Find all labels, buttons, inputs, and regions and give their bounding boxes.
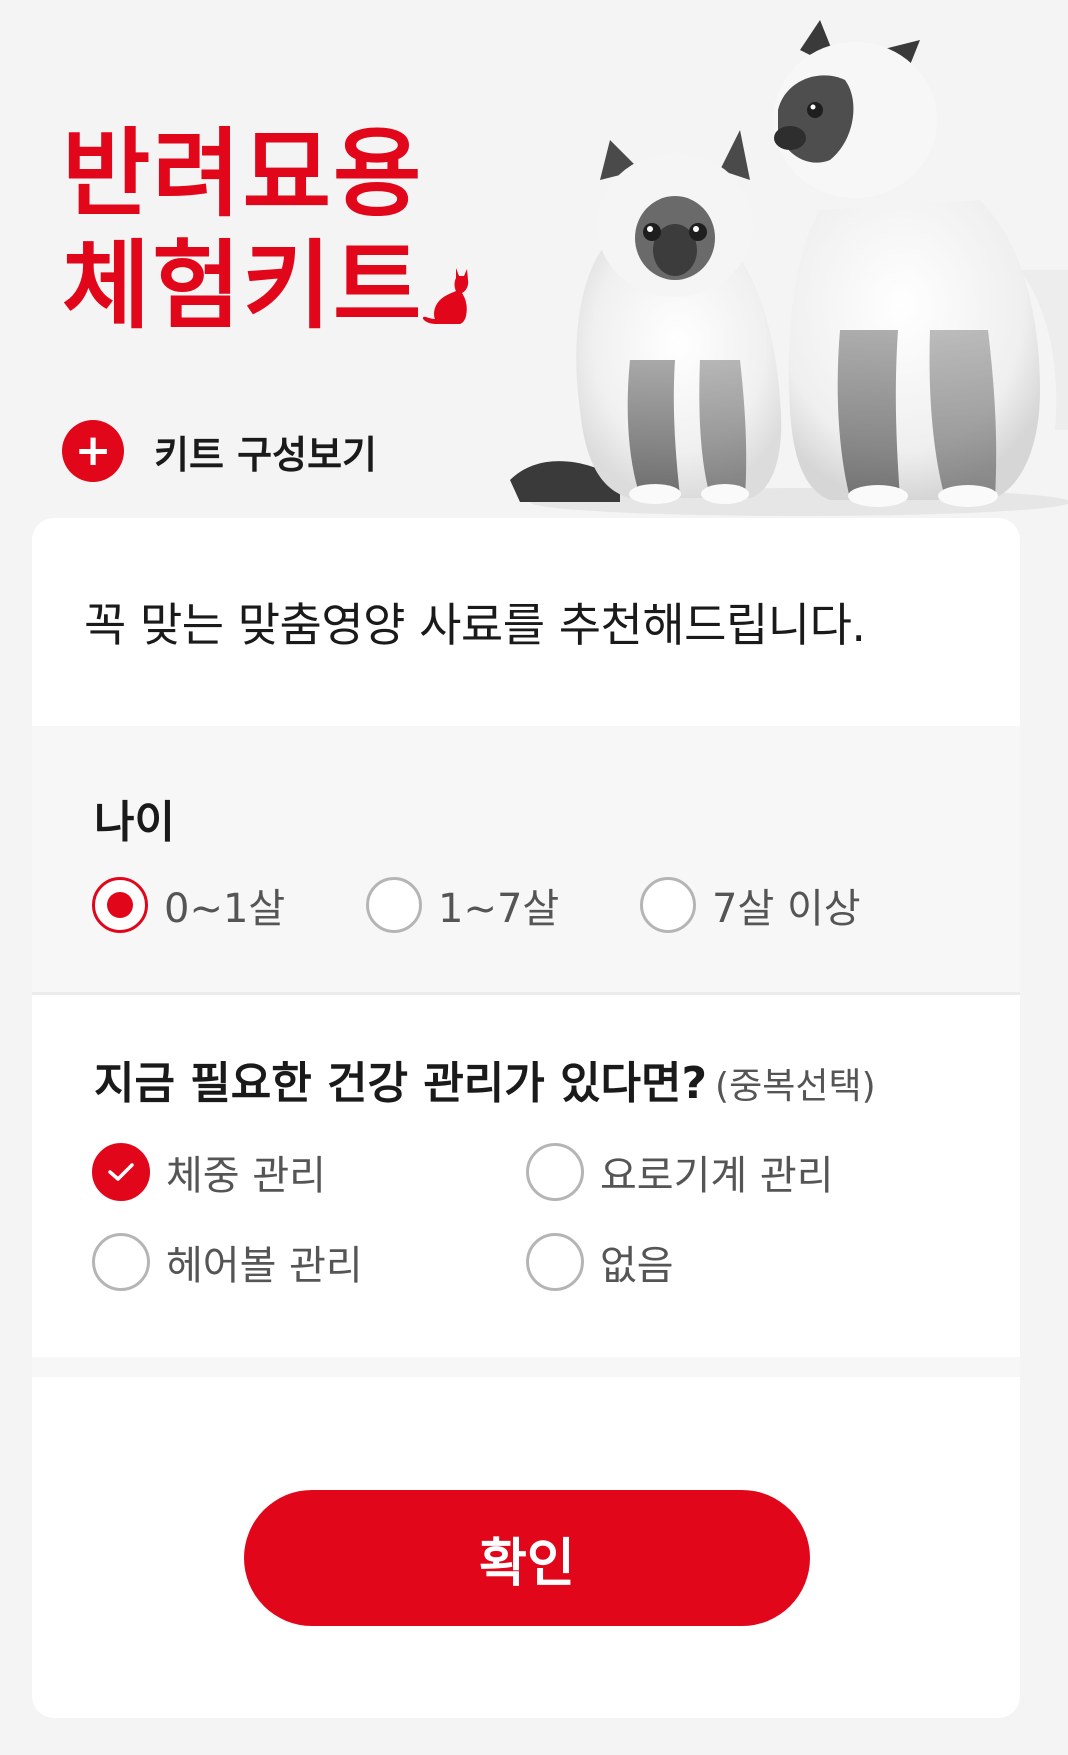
health-option-label: 체중 관리 bbox=[166, 1153, 326, 1199]
health-option-none[interactable]: 없음 bbox=[526, 1233, 674, 1291]
age-option-label: 7살 이상 bbox=[712, 886, 861, 932]
age-option-7-plus[interactable]: 7살 이상 bbox=[640, 876, 861, 934]
kit-contents-label: 키트 구성보기 bbox=[154, 432, 377, 477]
health-option-hairball[interactable]: 헤어볼 관리 bbox=[92, 1233, 363, 1291]
health-option-label: 헤어볼 관리 bbox=[166, 1243, 363, 1289]
checkbox-icon[interactable] bbox=[526, 1233, 584, 1291]
title-line-1: 반려묘용 bbox=[62, 118, 424, 230]
confirm-button[interactable]: 확인 bbox=[244, 1490, 810, 1626]
age-option-1-7[interactable]: 1~7살 bbox=[366, 876, 559, 934]
title-line-2: 체험키트 bbox=[62, 230, 424, 342]
health-title: 지금 필요한 건강 관리가 있다면? (중복선택) bbox=[94, 1047, 876, 1111]
radio-selected-icon[interactable] bbox=[92, 877, 148, 933]
cat-silhouette-icon bbox=[422, 268, 469, 324]
recommendation-card: 꼭 맞는 맞춤영양 사료를 추천해드립니다. 나이 0~1살 1~7살 7살 이… bbox=[32, 518, 1020, 1718]
age-option-label: 1~7살 bbox=[438, 886, 560, 932]
health-option-weight[interactable]: 체중 관리 bbox=[92, 1143, 326, 1201]
health-title-text: 지금 필요한 건강 관리가 있다면? bbox=[94, 1058, 708, 1109]
health-option-urinary[interactable]: 요로기계 관리 bbox=[526, 1143, 834, 1201]
radio-icon[interactable] bbox=[366, 877, 422, 933]
section-divider bbox=[32, 1357, 1020, 1377]
age-option-label: 0~1살 bbox=[164, 886, 286, 932]
health-section: 지금 필요한 건강 관리가 있다면? (중복선택) 체중 관리 요로기계 관리 헤… bbox=[32, 995, 1020, 1357]
age-title: 나이 bbox=[94, 797, 175, 848]
health-option-label: 없음 bbox=[600, 1243, 674, 1289]
multi-select-note: (중복선택) bbox=[715, 1066, 876, 1107]
plus-icon[interactable]: + bbox=[62, 420, 124, 482]
checkbox-icon[interactable] bbox=[526, 1143, 584, 1201]
checkbox-icon[interactable] bbox=[92, 1233, 150, 1291]
hero-banner: 반려묘용 체험키트 + 키트 구성보기 bbox=[0, 0, 1068, 540]
kit-contents-link[interactable]: + 키트 구성보기 bbox=[62, 420, 377, 482]
age-section: 나이 0~1살 1~7살 7살 이상 bbox=[32, 726, 1020, 995]
health-option-label: 요로기계 관리 bbox=[600, 1153, 834, 1199]
cats-photo bbox=[510, 20, 1068, 516]
card-intro-text: 꼭 맞는 맞춤영양 사료를 추천해드립니다. bbox=[84, 598, 866, 652]
checkmark-icon[interactable] bbox=[92, 1143, 150, 1201]
radio-icon[interactable] bbox=[640, 877, 696, 933]
page-title: 반려묘용 체험키트 bbox=[62, 118, 423, 342]
age-option-0-1[interactable]: 0~1살 bbox=[92, 876, 285, 934]
